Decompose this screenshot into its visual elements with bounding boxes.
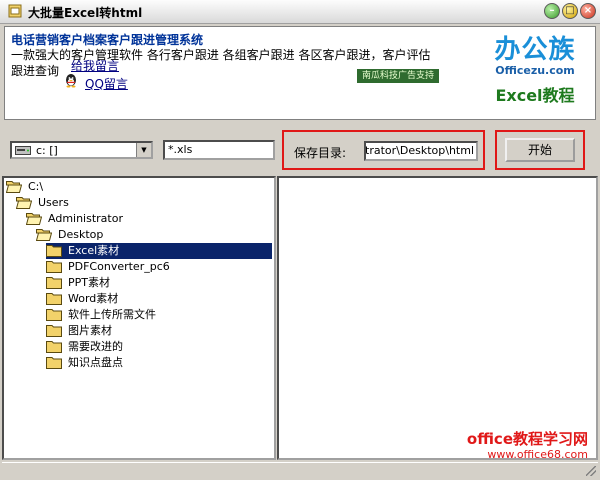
save-directory-label: 保存目录: — [294, 146, 347, 160]
start-button[interactable]: 开始 — [505, 138, 575, 162]
folder-icon — [46, 292, 62, 305]
window-title: 大批量Excel转html — [28, 6, 143, 20]
qq-message-link[interactable]: QQ留言 — [85, 75, 128, 92]
drive-value: c: [] — [36, 144, 58, 157]
start-button-highlight: 开始 — [495, 130, 585, 170]
hard-drive-icon — [15, 146, 31, 155]
folder-open-icon — [6, 180, 22, 193]
app-window: 大批量Excel转html – □ × 电话营销客户档案客户跟进管理系统 一款强… — [0, 0, 600, 480]
ad-sponsor-strip[interactable]: 南瓜科技广告支持 — [357, 69, 439, 83]
title-bar[interactable]: 大批量Excel转html – □ × — [0, 0, 600, 24]
brand-subtitle: Excel教程 — [495, 86, 575, 105]
app-icon — [8, 4, 22, 18]
close-button[interactable]: × — [580, 3, 596, 19]
status-bar — [2, 462, 598, 478]
tree-item[interactable]: Users — [16, 195, 71, 211]
folder-open-icon — [16, 196, 32, 209]
save-directory-highlight: 保存目录: C:\Documents and Settings\Administ… — [282, 130, 485, 170]
folder-icon — [46, 260, 62, 273]
minimize-button[interactable]: – — [544, 3, 560, 19]
folder-icon — [46, 244, 62, 257]
brand-name: 办公族 — [494, 35, 576, 65]
folder-icon — [46, 340, 62, 353]
tree-item[interactable]: Administrator — [26, 211, 125, 227]
folder-open-icon — [26, 212, 42, 225]
tree-item[interactable]: PPT素材 — [46, 275, 112, 291]
tree-item-label: 软件上传所需文件 — [68, 308, 156, 321]
folder-tree[interactable]: C:\ Users Administrator Desktop Excel素材 PDFCo… — [2, 176, 276, 460]
tree-item[interactable]: 需要改进的 — [46, 339, 125, 355]
tree-item-label: Desktop — [58, 228, 104, 241]
tree-item-label: PPT素材 — [68, 276, 110, 289]
tree-item-label: 图片素材 — [68, 324, 112, 337]
tree-item[interactable]: 知识点盘点 — [46, 355, 125, 371]
tree-item-label: C:\ — [28, 180, 44, 193]
tree-item[interactable]: C:\ — [6, 179, 45, 195]
folder-icon — [46, 356, 62, 369]
watermark: office教程学习网 www.office68.com — [412, 430, 588, 462]
tree-item-label: PDFConverter_pc6 — [68, 260, 170, 273]
qq-penguin-icon — [66, 74, 76, 88]
folder-icon — [46, 276, 62, 289]
tree-item-label: 知识点盘点 — [68, 356, 123, 369]
folder-icon — [46, 308, 62, 321]
tree-item[interactable]: 图片素材 — [46, 323, 114, 339]
resize-grip-icon[interactable] — [586, 466, 596, 476]
tree-item-label: Word素材 — [68, 292, 119, 305]
tree-item[interactable]: Excel素材 — [46, 243, 272, 259]
drive-select[interactable]: c: [] ▼ — [10, 141, 153, 159]
watermark-url: www.office68.com — [487, 448, 588, 461]
banner-headline[interactable]: 电话营销客户档案客户跟进管理系统 — [11, 31, 203, 48]
file-filter-input[interactable]: *.xls — [163, 140, 275, 160]
file-list-panel[interactable] — [277, 176, 598, 460]
ad-banner[interactable]: 电话营销客户档案客户跟进管理系统 一款强大的客户管理软件 各行客户跟进 各组客户… — [4, 26, 596, 120]
folder-open-icon — [36, 228, 52, 241]
tree-item[interactable]: PDFConverter_pc6 — [46, 259, 172, 275]
tree-item-label: Users — [38, 196, 69, 209]
save-directory-path: C:\Documents and Settings\Administrator\… — [365, 144, 474, 157]
brand-url: Officezu.com — [495, 64, 575, 77]
tree-item[interactable]: Word素材 — [46, 291, 120, 307]
tree-item[interactable]: Desktop — [36, 227, 105, 243]
folder-icon — [46, 324, 62, 337]
watermark-title: office教程学习网 — [466, 430, 588, 448]
tree-item[interactable]: 软件上传所需文件 — [46, 307, 158, 323]
tree-item-label: Administrator — [48, 212, 123, 225]
tree-item-label: Excel素材 — [66, 244, 122, 257]
maximize-button[interactable]: □ — [562, 3, 578, 19]
save-directory-input[interactable]: C:\Documents and Settings\Administrator\… — [364, 141, 478, 161]
brand-logo[interactable]: 办公族 Officezu.com Excel教程 — [475, 35, 595, 105]
chevron-down-icon[interactable]: ▼ — [136, 143, 151, 157]
tree-item-label: 需要改进的 — [68, 340, 123, 353]
